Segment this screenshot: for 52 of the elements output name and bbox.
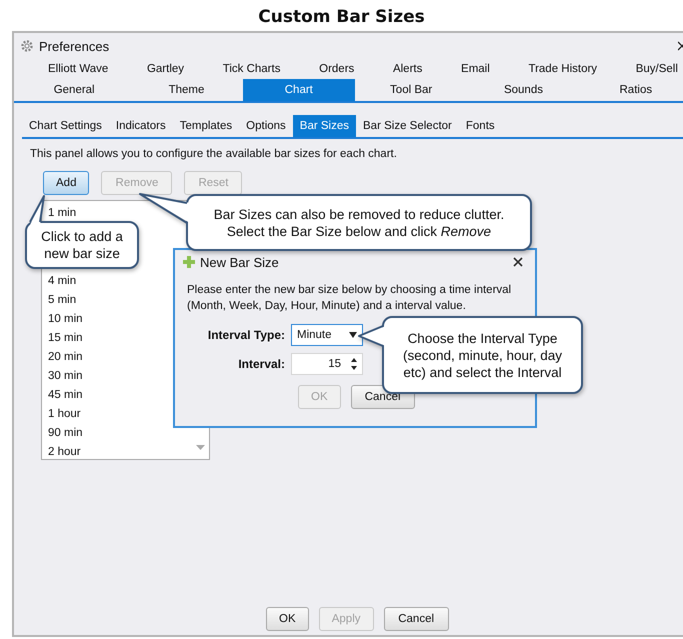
list-item[interactable]: 1 hour bbox=[48, 405, 81, 424]
tab[interactable]: Trade History bbox=[518, 59, 608, 79]
tab[interactable]: General bbox=[18, 79, 130, 101]
tab[interactable]: Gartley bbox=[136, 59, 194, 79]
subtab[interactable]: Bar Size Selector bbox=[356, 115, 459, 137]
window-title: Preferences bbox=[39, 38, 110, 54]
spinner-arrows-icon[interactable] bbox=[351, 358, 357, 370]
panel-description: This panel allows you to configure the available bar sizes for each chart. bbox=[30, 148, 398, 160]
tab[interactable]: Sounds bbox=[467, 79, 580, 101]
gear-icon bbox=[20, 39, 34, 53]
field-label: Interval: bbox=[237, 357, 285, 371]
subtab[interactable]: Templates bbox=[172, 115, 240, 137]
field-label: Interval Type: bbox=[206, 328, 285, 342]
dialog-button[interactable]: OK bbox=[266, 607, 309, 631]
list-item[interactable]: 15 min bbox=[48, 329, 83, 348]
subtab[interactable]: Fonts bbox=[458, 115, 502, 137]
tab[interactable]: Ratios bbox=[580, 79, 683, 101]
subtab[interactable]: Indicators bbox=[108, 115, 173, 137]
list-item[interactable]: 5 min bbox=[48, 291, 76, 310]
caret-icon[interactable] bbox=[349, 332, 357, 338]
callout-text: Choose the Interval Type (second, minute, hour, day etc) and select the Interval bbox=[402, 330, 562, 380]
list-item[interactable]: 2 hour bbox=[48, 443, 81, 462]
list-item[interactable]: 10 min bbox=[48, 310, 83, 329]
tab[interactable]: Tick Charts bbox=[212, 59, 290, 79]
tab[interactable]: Tool Bar bbox=[354, 79, 468, 101]
list-item[interactable]: 30 min bbox=[48, 367, 83, 386]
tab[interactable]: Theme bbox=[130, 79, 243, 101]
tab[interactable]: Alerts bbox=[382, 59, 432, 79]
action-button[interactable]: Add bbox=[43, 171, 90, 195]
callout-text: Bar Sizes can also be removed to reduce clutter. Select the Bar Size below and click Remove bbox=[214, 206, 504, 240]
list-item[interactable]: 45 min bbox=[48, 386, 83, 405]
dialog-title: New Bar Size bbox=[200, 254, 279, 270]
subtab[interactable]: Chart Settings bbox=[22, 115, 109, 137]
tab[interactable]: Chart bbox=[242, 79, 355, 101]
plus-icon bbox=[183, 256, 195, 268]
dialog-text: Please enter the new bar size below by choosing a time interval (Month, Week, Day, Hour, Minute) and a interval value. bbox=[187, 283, 512, 314]
interval-spinner[interactable]: 15 bbox=[291, 353, 363, 375]
tab[interactable]: Orders bbox=[309, 59, 364, 79]
close-icon[interactable] bbox=[678, 41, 683, 51]
tab[interactable]: Buy/Sell bbox=[626, 59, 683, 79]
subtab[interactable]: Options bbox=[239, 115, 293, 137]
dialog-button[interactable]: Cancel bbox=[384, 607, 449, 631]
tab[interactable]: Email bbox=[451, 59, 500, 79]
list-item[interactable]: 20 min bbox=[48, 348, 83, 367]
close-icon[interactable] bbox=[513, 257, 523, 267]
page-title: Custom Bar Sizes bbox=[257, 6, 426, 29]
subtab[interactable]: Bar Sizes bbox=[292, 115, 356, 137]
list-item[interactable]: 4 min bbox=[48, 272, 76, 291]
list-item[interactable]: 90 min bbox=[48, 424, 83, 443]
callout-text: Click to add a new bar size bbox=[41, 228, 123, 262]
list-item[interactable]: 1 min bbox=[48, 204, 76, 223]
tab[interactable]: Elliott Wave bbox=[38, 59, 118, 79]
